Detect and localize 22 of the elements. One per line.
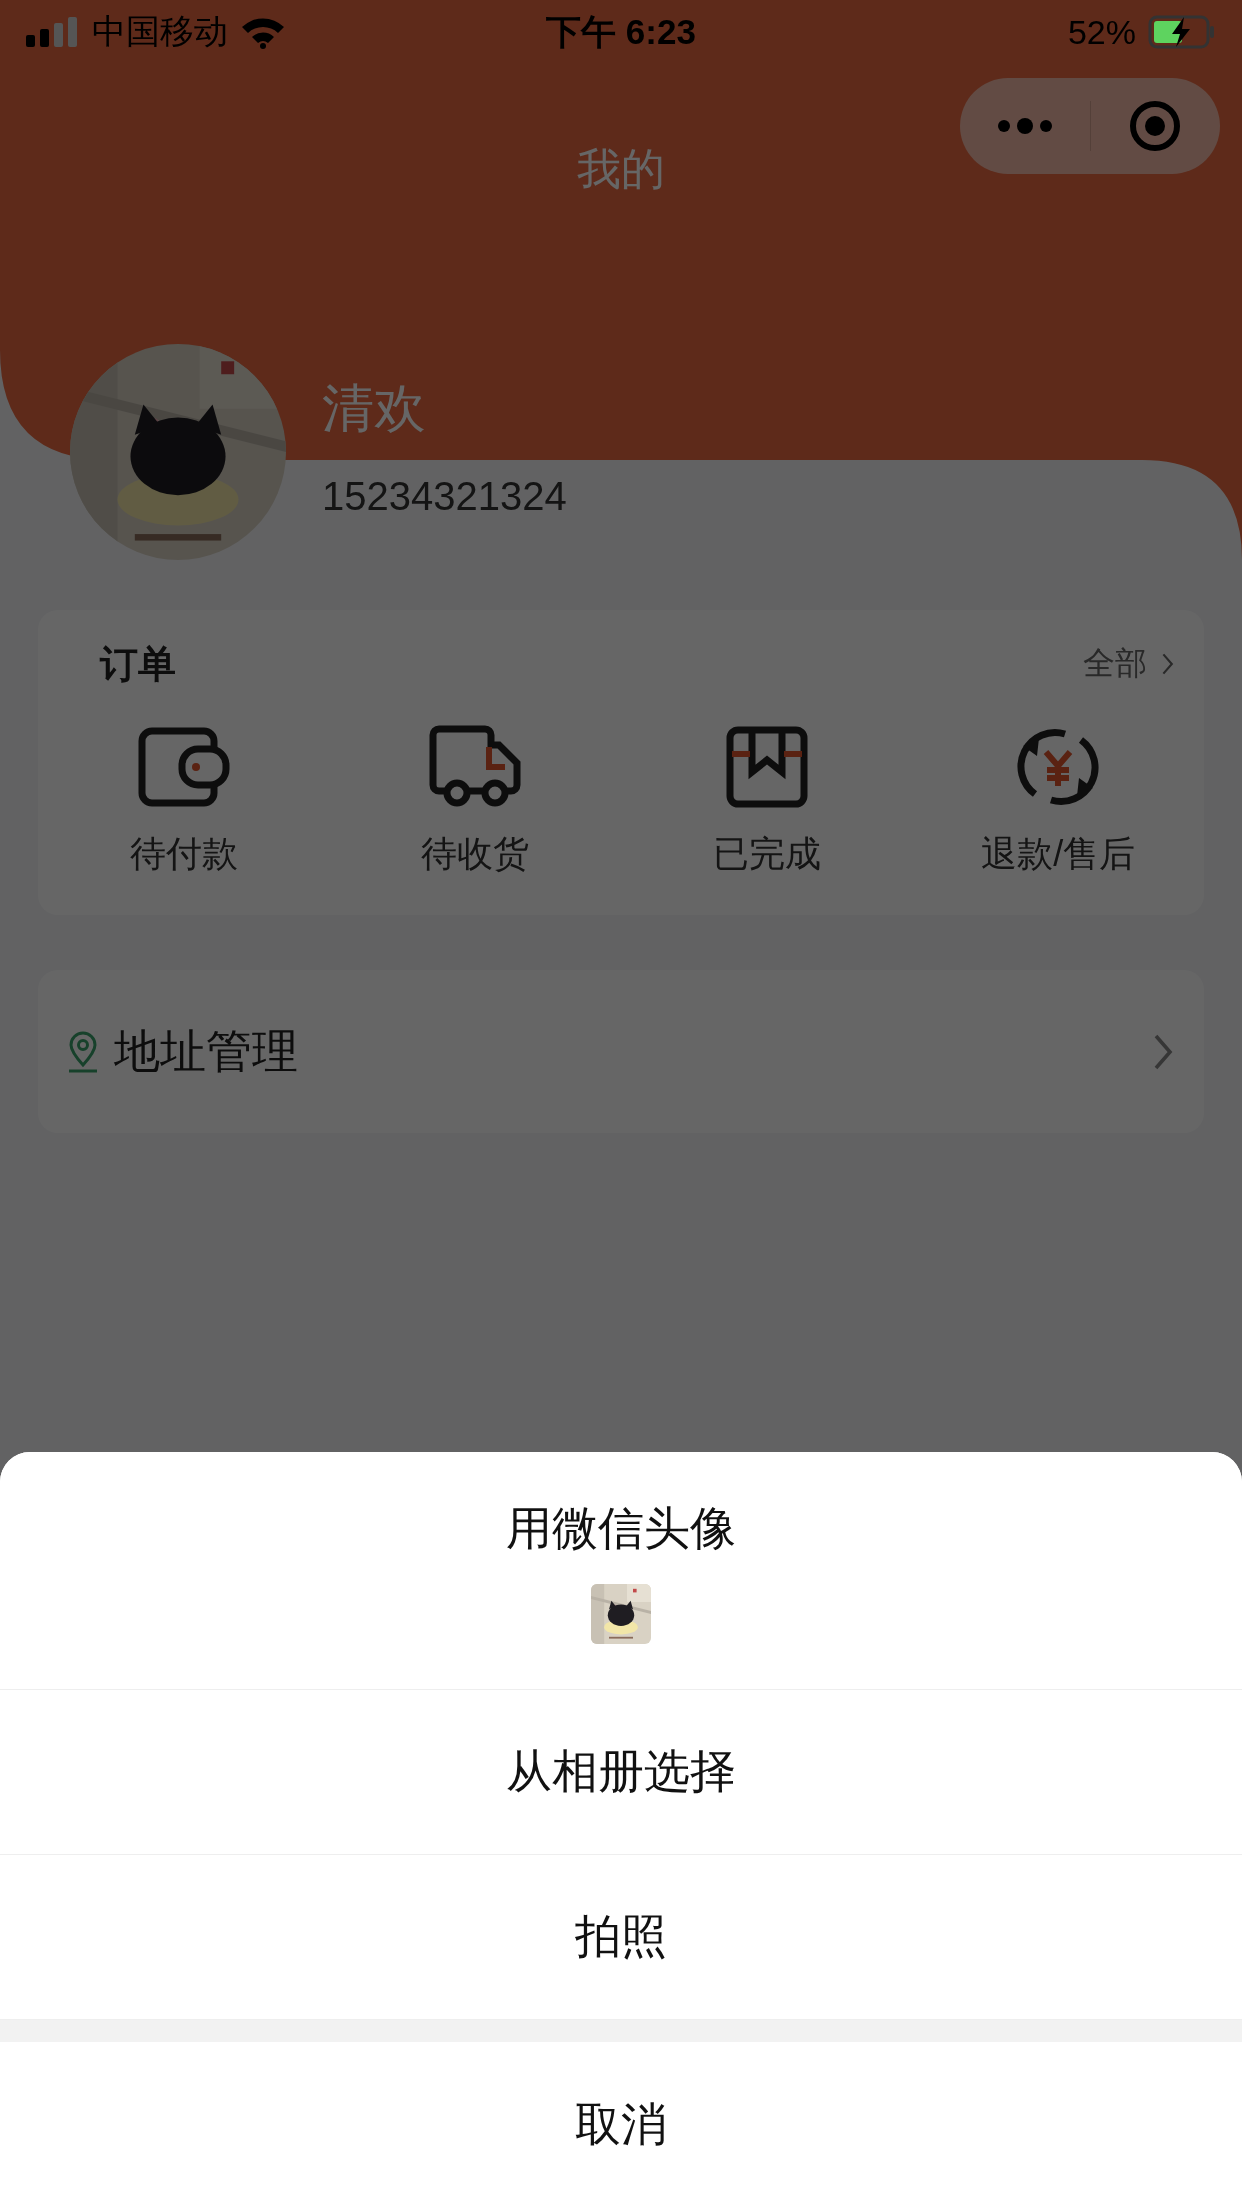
phone-number: 15234321324: [322, 474, 567, 519]
location-pin-icon: [66, 1030, 100, 1073]
order-status-item[interactable]: 待收货: [329, 722, 621, 879]
page-title: 我的: [577, 142, 665, 195]
truck-icon: [429, 725, 522, 809]
order-status-item[interactable]: 退款/售后: [912, 722, 1204, 879]
box-icon: [725, 726, 808, 808]
order-status-item[interactable]: 已完成: [621, 722, 913, 879]
carrier-name: 中国移动: [92, 11, 228, 52]
wifi-icon: [240, 15, 286, 49]
address-row[interactable]: 地址管理: [38, 970, 1204, 1133]
chevron-icon: [1160, 652, 1174, 676]
sheet-option[interactable]: 用微信头像: [0, 1452, 1242, 1690]
signal-icon: [26, 17, 80, 47]
user-name: 清欢: [322, 378, 427, 439]
battery-percent: 52%: [1067, 12, 1136, 52]
section-title: 订单: [100, 641, 176, 687]
wallet-icon: [137, 727, 230, 807]
view-all-link[interactable]: 全部: [1082, 642, 1174, 686]
status-time: 下午 6:23: [546, 10, 696, 53]
more-icon[interactable]: [995, 118, 1054, 134]
order-status-item[interactable]: 待付款: [38, 722, 330, 879]
